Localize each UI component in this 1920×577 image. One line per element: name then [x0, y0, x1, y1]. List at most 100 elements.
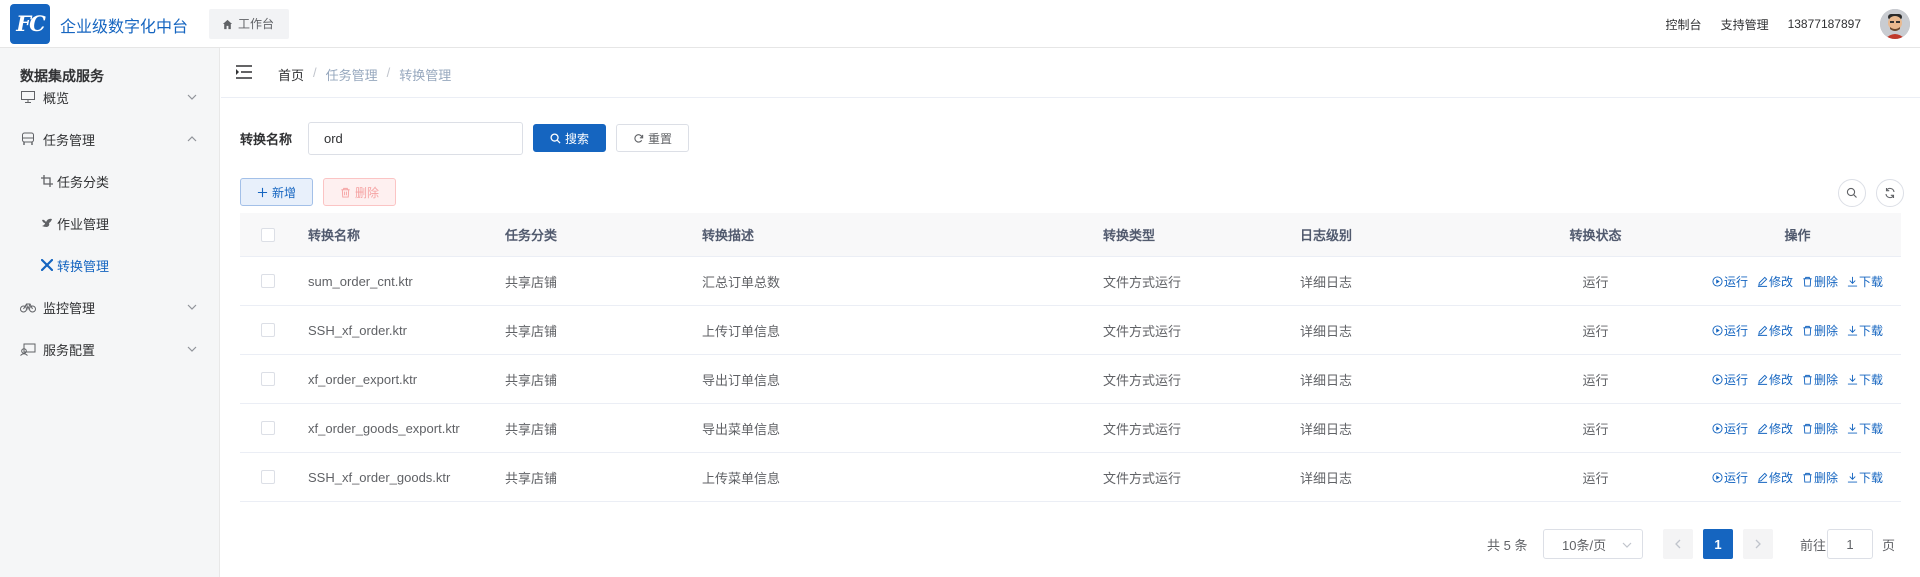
download-action-link[interactable]: 下载: [1847, 420, 1883, 437]
action-label: 修改: [1768, 323, 1793, 338]
menu-fold-icon[interactable]: [236, 65, 252, 79]
delete-action-link[interactable]: 删除: [1802, 420, 1838, 437]
table-row: SSH_xf_order.ktr 共享店铺 上传订单信息 文件方式运行 详细日志 运行 运行…: [240, 306, 1901, 355]
chevron-left-icon: [1675, 539, 1681, 549]
play-circle-icon: [1712, 324, 1723, 336]
workspace-tab[interactable]: 工作台: [209, 9, 290, 39]
page-number-current[interactable]: 1: [1703, 529, 1733, 559]
app-title: 企业级数字化中台: [60, 19, 189, 36]
support-link[interactable]: 支持管理: [1721, 16, 1769, 33]
download-icon: [1847, 325, 1858, 336]
chevron-down-icon: [1622, 542, 1632, 548]
console-link[interactable]: 控制台: [1666, 16, 1702, 33]
download-action-link[interactable]: 下载: [1847, 322, 1883, 339]
edit-action-link[interactable]: 修改: [1757, 273, 1793, 290]
run-action-link[interactable]: 运行: [1712, 273, 1748, 290]
monitor-icon: [20, 89, 36, 105]
sidebar-item-job-management[interactable]: 作业管理: [0, 203, 220, 243]
delete-button[interactable]: 删除: [323, 178, 396, 206]
sidebar-item-overview[interactable]: 概览: [0, 77, 220, 117]
download-action-link[interactable]: 下载: [1847, 469, 1883, 486]
action-label: 运行: [1723, 470, 1748, 485]
sidebar-item-service-config[interactable]: 服务配置: [0, 329, 220, 369]
search-icon: [1846, 187, 1857, 198]
table-body: sum_order_cnt.ktr 共享店铺 汇总订单总数 文件方式运行 详细日志 运行运…: [240, 257, 1901, 502]
goto-page-input[interactable]: [1827, 529, 1873, 559]
sidebar-item-task-category[interactable]: 任务分类: [0, 161, 220, 201]
action-label: 删除: [1814, 470, 1839, 485]
column-header: 日志级别: [1300, 228, 1353, 243]
add-button[interactable]: 新增: [240, 178, 313, 206]
edit-action-link[interactable]: 修改: [1757, 322, 1793, 339]
sidebar-item-label: 转换管理: [57, 258, 110, 274]
play-circle-icon: [1712, 422, 1723, 434]
transform-name-input[interactable]: [308, 122, 523, 155]
row-checkbox[interactable]: [261, 470, 275, 484]
action-label: 下载: [1859, 470, 1884, 485]
run-action-link[interactable]: 运行: [1712, 420, 1748, 437]
table-row: SSH_xf_order_goods.ktr 共享店铺 上传菜单信息 文件方式运行 详细…: [240, 453, 1901, 502]
delete-action-link[interactable]: 删除: [1802, 322, 1838, 339]
action-label: 下载: [1859, 274, 1884, 289]
refresh-table-button[interactable]: [1876, 179, 1904, 207]
row-checkbox[interactable]: [261, 323, 275, 337]
sidebar-item-task-management[interactable]: 任务管理: [0, 119, 220, 159]
chevron-down-icon: [187, 346, 197, 352]
sidebar-item-monitoring[interactable]: 监控管理: [0, 287, 220, 327]
description-cell: 上传订单信息: [702, 323, 781, 339]
edit-action-link[interactable]: 修改: [1757, 371, 1793, 388]
run-action-link[interactable]: 运行: [1712, 322, 1748, 339]
reset-button[interactable]: 重置: [616, 124, 689, 152]
delete-action-link[interactable]: 删除: [1802, 469, 1838, 486]
log-level-cell: 详细日志: [1300, 323, 1353, 339]
download-action-link[interactable]: 下载: [1847, 371, 1883, 388]
trash-icon: [1802, 472, 1813, 483]
breadcrumb-task-management[interactable]: 任务管理: [326, 65, 378, 84]
refresh-icon: [634, 133, 644, 143]
delete-button-label: 删除: [354, 185, 379, 200]
toggle-search-button[interactable]: [1838, 179, 1866, 207]
edit-action-link[interactable]: 修改: [1757, 469, 1793, 486]
edit-action-link[interactable]: 修改: [1757, 420, 1793, 437]
user-phone[interactable]: 13877187897: [1788, 17, 1861, 31]
avatar[interactable]: [1880, 9, 1910, 39]
kettle-icon: [40, 257, 54, 273]
download-icon: [1847, 423, 1858, 434]
category-cell: 共享店铺: [505, 470, 558, 486]
description-cell: 导出订单信息: [702, 372, 781, 388]
row-checkbox[interactable]: [261, 274, 275, 288]
trash-icon: [1802, 276, 1813, 287]
type-cell: 文件方式运行: [1103, 470, 1182, 486]
plus-icon: [257, 187, 268, 197]
delete-action-link[interactable]: 删除: [1802, 273, 1838, 290]
chevron-down-icon: [187, 94, 197, 100]
action-label: 运行: [1723, 421, 1748, 436]
play-circle-icon: [1712, 373, 1723, 385]
select-all-checkbox[interactable]: [261, 227, 275, 242]
transform-name-cell: xf_order_export.ktr: [308, 371, 418, 387]
table-row: xf_order_export.ktr 共享店铺 导出订单信息 文件方式运行 详细日志 运…: [240, 355, 1901, 404]
action-label: 删除: [1814, 323, 1839, 338]
log-level-cell: 详细日志: [1300, 470, 1353, 486]
page-size-select[interactable]: 10条/页: [1543, 529, 1643, 559]
column-header: 操作: [1784, 228, 1811, 243]
sidebar-item-transform-management[interactable]: 转换管理: [0, 245, 220, 285]
run-action-link[interactable]: 运行: [1712, 371, 1748, 388]
breadcrumb: 首页 / 任务管理 / 转换管理: [278, 65, 451, 84]
delete-action-link[interactable]: 删除: [1802, 371, 1838, 388]
app-logo[interactable]: FC: [10, 4, 50, 44]
crop-icon: [40, 173, 54, 189]
row-checkbox[interactable]: [261, 421, 275, 435]
column-header: 转换描述: [702, 228, 755, 243]
search-button[interactable]: 搜索: [533, 124, 606, 152]
category-cell: 共享店铺: [505, 372, 558, 388]
edit-icon: [1757, 374, 1768, 385]
action-label: 下载: [1859, 421, 1884, 436]
run-action-link[interactable]: 运行: [1712, 469, 1748, 486]
next-page-button[interactable]: [1743, 529, 1773, 559]
download-action-link[interactable]: 下载: [1847, 273, 1883, 290]
bird-icon: [40, 215, 54, 231]
prev-page-button[interactable]: [1663, 529, 1693, 559]
row-checkbox[interactable]: [261, 372, 275, 386]
breadcrumb-home[interactable]: 首页: [278, 65, 304, 84]
